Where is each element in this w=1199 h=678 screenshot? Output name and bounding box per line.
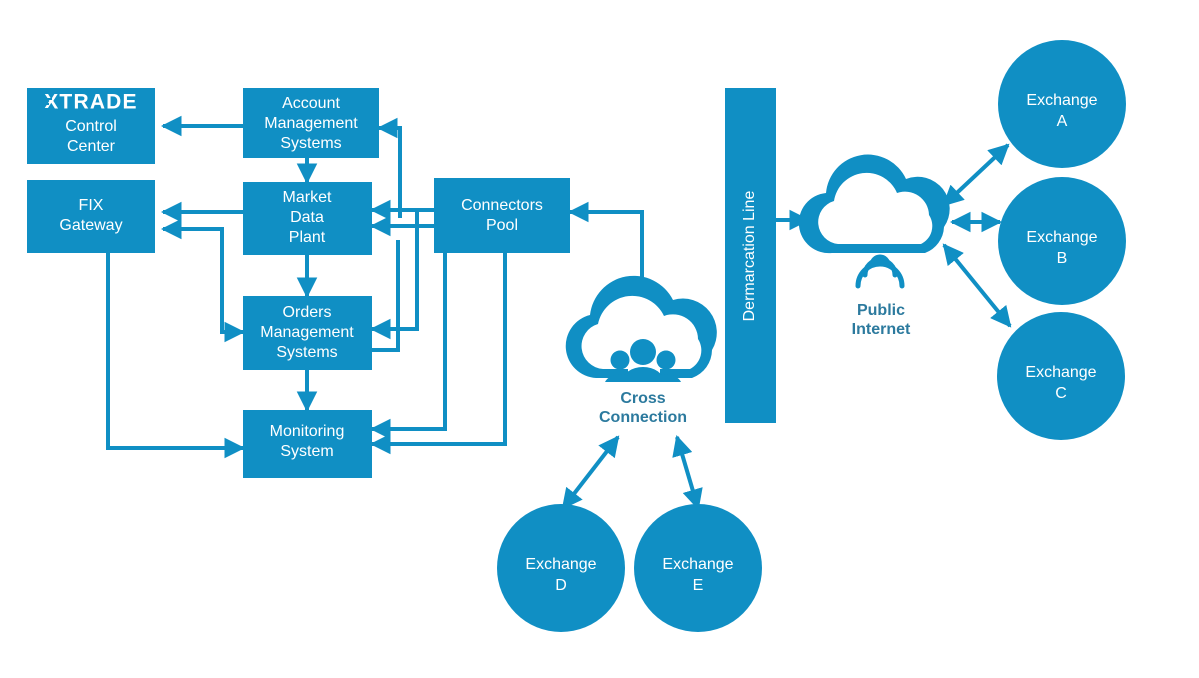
architecture-diagram: XTRADE Control Center Account Management… (0, 0, 1199, 678)
public-internet-caption-line-1: Public (857, 302, 905, 319)
control-center-label-line-2: Center (67, 138, 116, 155)
control-center-label-line-1: Control (65, 118, 117, 135)
edge-riser-to-ams (376, 117, 402, 218)
node-exchange-c[interactable]: Exchange C (997, 312, 1125, 440)
mdp-label-line-3: Plant (289, 229, 326, 246)
connectors-pool-label-line-1: Connectors (461, 197, 543, 214)
demarcation-line-label: Dermarcation Line (741, 191, 758, 322)
edge-crossconn-to-exchange-d (561, 435, 620, 510)
node-exchange-b[interactable]: Exchange B (998, 177, 1126, 305)
node-cross-connection[interactable]: Cross Connection (565, 275, 717, 426)
public-internet-cloud-icon (798, 154, 950, 254)
edge-internet-to-exchange-a (942, 143, 1010, 207)
node-exchange-e[interactable]: Exchange E (634, 504, 762, 632)
edge-fix-to-oms (220, 250, 246, 343)
wifi-icon (855, 254, 905, 289)
node-monitoring-system[interactable]: Monitoring System (243, 410, 372, 478)
node-exchange-d[interactable]: Exchange D (497, 504, 625, 632)
monitoring-label-line-1: Monitoring (270, 423, 345, 440)
node-public-internet[interactable]: Public Internet (798, 154, 950, 339)
exchange-a-label-line-2: A (1057, 113, 1068, 130)
connectors-pool-label-line-2: Pool (486, 217, 518, 234)
exchange-d-label-line-2: D (555, 577, 567, 594)
exchange-a-label-line-1: Exchange (1026, 92, 1097, 109)
mdp-label-line-1: Market (283, 189, 332, 206)
cross-connection-caption-line-2: Connection (599, 409, 687, 426)
exchange-e-label-line-1: Exchange (662, 556, 733, 573)
oms-label-line-3: Systems (276, 344, 337, 361)
node-connectors-pool[interactable]: Connectors Pool (434, 178, 570, 253)
node-account-management-systems[interactable]: Account Management Systems (243, 88, 379, 158)
ams-label-line-1: Account (282, 95, 340, 112)
edge-oms-riser-to-monitoring (369, 240, 447, 440)
connectors-pool-box[interactable] (434, 178, 570, 253)
exchange-b-label-line-1: Exchange (1026, 229, 1097, 246)
node-market-data-plant[interactable]: Market Data Plant (243, 182, 372, 255)
exchange-c-label-line-2: C (1055, 385, 1067, 402)
oms-label-line-1: Orders (283, 304, 332, 321)
exchange-c-label-line-1: Exchange (1025, 364, 1096, 381)
fix-gateway-label-line-1: FIX (79, 197, 104, 214)
xtrade-logo: XTRADE (31, 91, 138, 114)
edge-crossconn-to-exchange-e (672, 435, 703, 510)
xtrade-logo-text: XTRADE (44, 91, 138, 114)
cross-connection-caption-line-1: Cross (620, 390, 665, 407)
monitoring-label-line-2: System (280, 443, 333, 460)
mdp-label-line-2: Data (290, 209, 324, 226)
people-icon (605, 339, 681, 382)
node-control-center[interactable]: XTRADE Control Center (27, 88, 155, 164)
exchange-d-label-line-1: Exchange (525, 556, 596, 573)
oms-label-line-2: Management (260, 324, 354, 341)
ams-label-line-3: Systems (280, 135, 341, 152)
fix-gateway-label-line-2: Gateway (59, 217, 122, 234)
exchange-e-label-line-2: E (693, 577, 704, 594)
edge-oms-out-stub (372, 240, 400, 352)
node-fix-gateway[interactable]: FIX Gateway (27, 180, 155, 253)
node-demarcation-line[interactable]: Dermarcation Line (725, 88, 776, 423)
diagram-canvas: XTRADE Control Center Account Management… (27, 40, 1126, 632)
edge-riser-to-fix (160, 218, 224, 250)
exchange-b-label-line-2: B (1057, 250, 1068, 267)
node-orders-management-systems[interactable]: Orders Management Systems (243, 296, 372, 370)
node-exchange-a[interactable]: Exchange A (998, 40, 1126, 168)
public-internet-caption-line-2: Internet (852, 321, 911, 338)
ams-label-line-2: Management (264, 115, 358, 132)
